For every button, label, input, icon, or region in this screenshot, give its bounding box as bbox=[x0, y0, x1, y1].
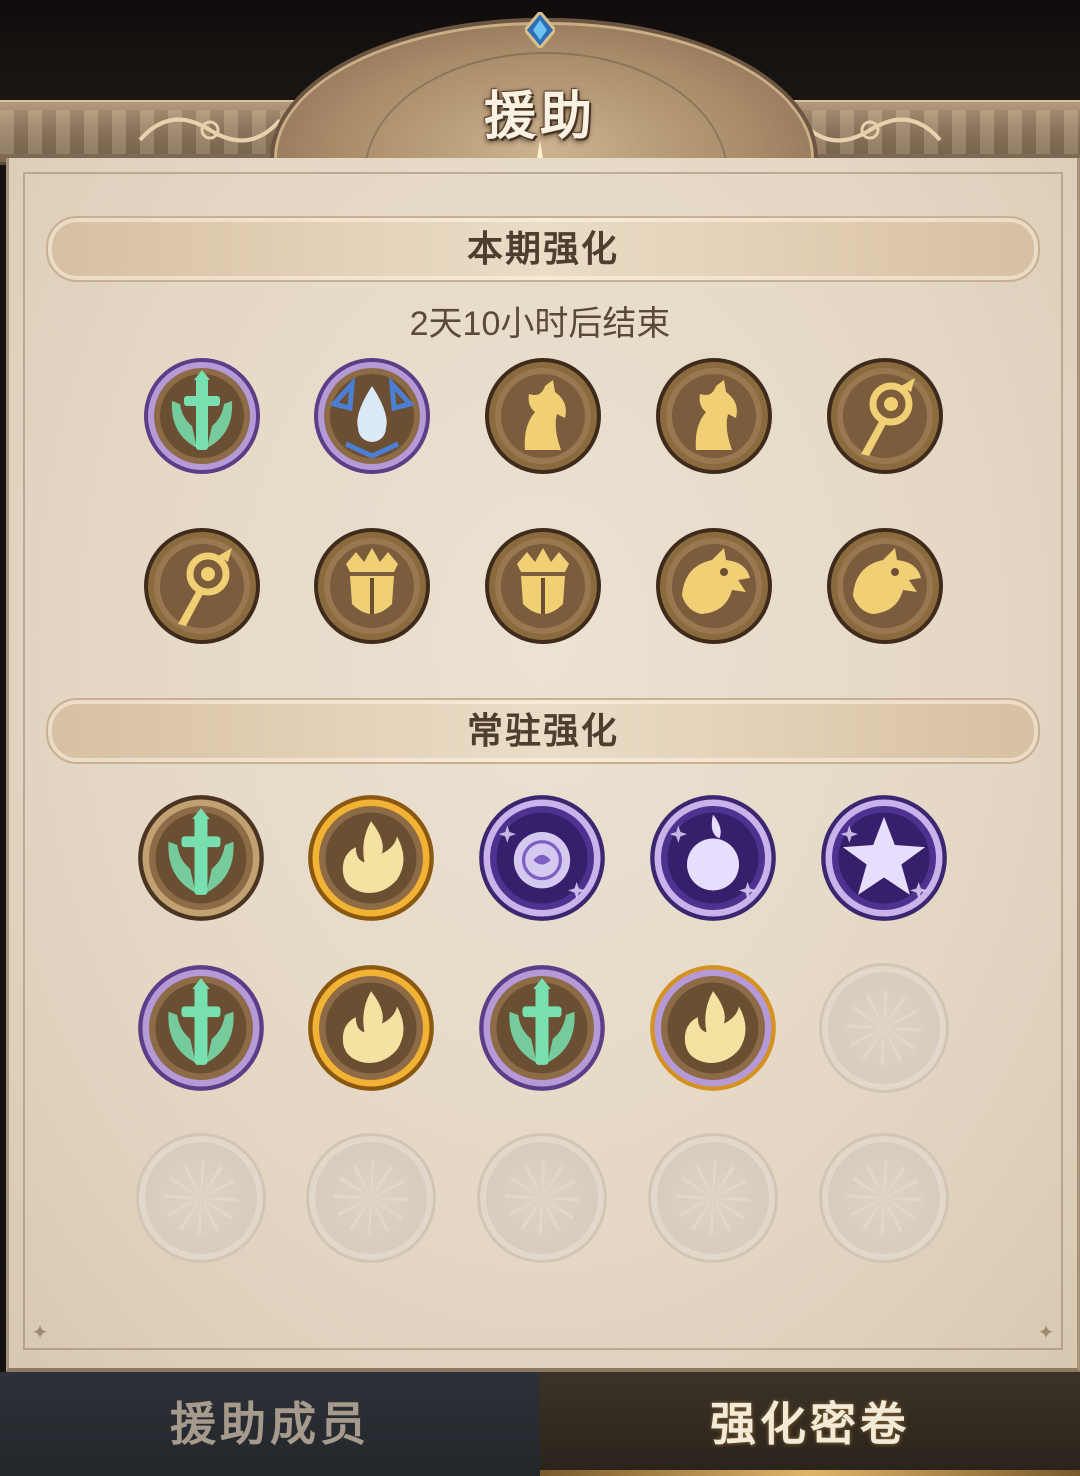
section-title-current: 本期强化 bbox=[466, 228, 619, 269]
tab-enhance-scroll[interactable]: 强化密卷 bbox=[540, 1372, 1080, 1476]
sword-wings-icon[interactable] bbox=[136, 793, 266, 923]
section-header-permanent: 常驻强化 bbox=[46, 698, 1040, 764]
sword-wings-icon[interactable] bbox=[477, 963, 607, 1093]
sword-wings-icon[interactable] bbox=[136, 963, 266, 1093]
horse-head-icon[interactable] bbox=[654, 356, 774, 476]
page-title: 援助 bbox=[483, 86, 596, 147]
corner-ornament-icon: ✦ bbox=[31, 1322, 49, 1344]
flame-icon[interactable] bbox=[306, 793, 436, 923]
empty-slot[interactable] bbox=[648, 1133, 778, 1263]
dragon-staff-icon[interactable] bbox=[825, 356, 945, 476]
gem-icon bbox=[525, 12, 555, 48]
section-title-permanent: 常驻强化 bbox=[466, 710, 619, 751]
empty-slot[interactable] bbox=[819, 963, 949, 1093]
crown-shield-icon[interactable] bbox=[312, 526, 432, 646]
star-icon[interactable] bbox=[819, 793, 949, 923]
sword-wings-icon[interactable] bbox=[142, 356, 262, 476]
empty-slot[interactable] bbox=[819, 1133, 949, 1263]
purple-flame-orb-icon[interactable] bbox=[648, 793, 778, 923]
section-header-current: 本期强化 bbox=[46, 216, 1040, 282]
empty-slot[interactable] bbox=[306, 1133, 436, 1263]
tab-support-members[interactable]: 援助成员 bbox=[0, 1372, 540, 1476]
countdown-timer: 2天10小时后结束 bbox=[409, 305, 671, 343]
empty-slot[interactable] bbox=[477, 1133, 607, 1263]
spirit-orb-icon[interactable] bbox=[477, 793, 607, 923]
flame-icon[interactable] bbox=[648, 963, 778, 1093]
crown-shield-icon[interactable] bbox=[483, 526, 603, 646]
horse-head-icon[interactable] bbox=[483, 356, 603, 476]
dragon-head-icon[interactable] bbox=[825, 526, 945, 646]
dragon-staff-icon[interactable] bbox=[142, 526, 262, 646]
dragon-head-icon[interactable] bbox=[654, 526, 774, 646]
flame-icon[interactable] bbox=[306, 963, 436, 1093]
water-drop-claws-icon[interactable] bbox=[312, 356, 432, 476]
corner-ornament-icon: ✦ bbox=[1037, 1322, 1055, 1344]
empty-slot[interactable] bbox=[136, 1133, 266, 1263]
